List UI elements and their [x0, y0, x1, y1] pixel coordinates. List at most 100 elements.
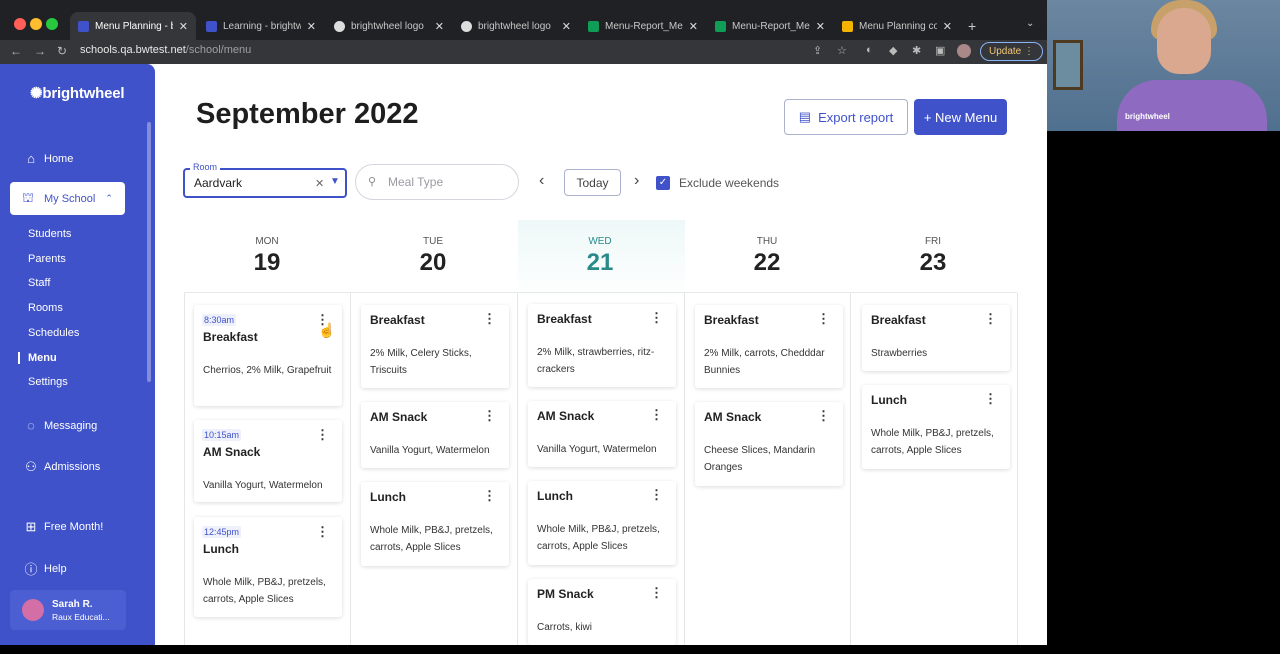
previous-week-arrow-icon[interactable]: ‹	[539, 172, 544, 190]
sidebar-item-staff[interactable]: Staff	[28, 277, 50, 289]
bookmark-star-icon[interactable]: ☆	[837, 44, 847, 57]
sidebar-item-label: Home	[44, 152, 74, 165]
slides-icon	[842, 20, 853, 32]
more-options-icon[interactable]: ⋮	[483, 408, 496, 424]
meal-type-search-input[interactable]: ⚲ Meal Type	[355, 164, 519, 200]
more-options-icon[interactable]: ⋮	[650, 487, 663, 503]
menu-card[interactable]: Breakfast ⋮ 2% Milk, strawberries, ritz-…	[528, 304, 676, 387]
extension-icon[interactable]: ◐	[866, 44, 873, 56]
minimize-window-dot[interactable]	[30, 18, 42, 30]
day-of-week: MON	[255, 236, 279, 247]
tab-search-chevron-icon[interactable]: ⌄	[1026, 18, 1034, 29]
browser-tab[interactable]: brightwheel logo ✕	[453, 12, 579, 40]
more-options-icon[interactable]: ⋮	[483, 488, 496, 504]
extension-icon[interactable]: ◆	[889, 44, 897, 57]
back-arrow-icon[interactable]: ←	[10, 44, 22, 58]
browser-tab[interactable]: Menu Planning con ✕	[834, 12, 960, 40]
export-report-button[interactable]: ▤ Export report	[784, 99, 908, 135]
menu-card[interactable]: 10:15am AM Snack ⋮ Vanilla Yogurt, Water…	[194, 420, 342, 502]
sidebar-item-settings[interactable]: Settings	[28, 376, 68, 388]
sidebar-item-schedules[interactable]: Schedules	[28, 327, 79, 339]
close-icon[interactable]: ✕	[435, 20, 444, 33]
close-icon[interactable]: ✕	[689, 20, 698, 33]
menu-card[interactable]: Breakfast ⋮ 2% Milk, carrots, Chedddar B…	[695, 305, 843, 388]
more-options-icon[interactable]: ⋮	[316, 427, 329, 443]
forward-arrow-icon[interactable]: →	[34, 44, 46, 58]
today-button[interactable]: Today	[564, 169, 621, 196]
new-tab-plus-icon[interactable]: +	[968, 18, 976, 34]
room-select[interactable]: Aardvark ✕ ▼	[183, 168, 347, 198]
meal-items: Whole Milk, PB&J, pretzels, carrots, App…	[537, 524, 660, 552]
meal-name: Lunch	[537, 489, 573, 503]
menu-card[interactable]: Breakfast ⋮ 2% Milk, Celery Sticks, Tris…	[361, 305, 509, 388]
day-of-week: THU	[756, 236, 778, 247]
sidebar-item-parents[interactable]: Parents	[28, 253, 66, 265]
menu-card[interactable]: 8:30am Breakfast ⋮ Cherrios, 2% Milk, Gr…	[194, 305, 342, 406]
browser-tab[interactable]: Menu-Report_Menu ✕	[707, 12, 833, 40]
menu-card[interactable]: Lunch ⋮ Whole Milk, PB&J, pretzels, carr…	[528, 481, 676, 565]
clear-icon[interactable]: ✕	[315, 177, 324, 190]
close-icon[interactable]: ✕	[179, 20, 188, 33]
next-week-arrow-icon[interactable]: ›	[634, 172, 639, 190]
update-button[interactable]: Update ⋮	[980, 42, 1044, 61]
more-options-icon[interactable]: ⋮	[984, 391, 997, 407]
dropdown-caret-icon[interactable]: ▼	[330, 176, 340, 187]
more-options-icon[interactable]: ⋮	[650, 407, 663, 423]
close-icon[interactable]: ✕	[307, 20, 316, 33]
puzzle-icon[interactable]: ✱	[912, 44, 921, 57]
menu-card[interactable]: PM Snack ⋮ Carrots, kiwi	[528, 579, 676, 645]
sidebar-item-menu[interactable]: Menu	[28, 352, 57, 364]
reload-icon[interactable]: ↻	[57, 44, 67, 58]
search-icon: ⚲	[368, 176, 377, 188]
sidebar-item-free-month[interactable]: ⊞ Free Month!	[22, 519, 104, 535]
sidebar-item-my-school[interactable]: ⛫ My School ⌃	[10, 182, 125, 215]
more-options-icon[interactable]: ⋮	[650, 310, 663, 326]
menu-card[interactable]: 12:45pm Lunch ⋮ Whole Milk, PB&J, pretze…	[194, 517, 342, 617]
sidebar-item-messaging[interactable]: ◌ Messaging	[22, 418, 97, 433]
more-options-icon[interactable]: ⋮	[483, 311, 496, 327]
meal-items: Vanilla Yogurt, Watermelon	[203, 480, 323, 491]
meal-name: PM Snack	[537, 587, 594, 601]
menu-card[interactable]: Breakfast ⋮ Strawberries	[862, 305, 1010, 371]
menu-card[interactable]: Lunch ⋮ Whole Milk, PB&J, pretzels, carr…	[361, 482, 509, 566]
sidebar-scrollbar[interactable]	[147, 122, 151, 382]
more-options-icon[interactable]: ⋮	[316, 524, 329, 540]
browser-tab[interactable]: brightwheel logo ✕	[326, 12, 452, 40]
profile-avatar[interactable]	[957, 44, 971, 58]
exclude-weekends-checkbox[interactable]: ✓	[656, 176, 670, 190]
close-icon[interactable]: ✕	[816, 20, 825, 33]
sidebar-item-admissions[interactable]: ⚇ Admissions	[22, 459, 100, 475]
more-options-icon[interactable]: ⋮	[817, 408, 830, 424]
sidebar-item-home[interactable]: ⌂ Home	[22, 151, 73, 166]
zoom-window-dot[interactable]	[46, 18, 58, 30]
close-window-dot[interactable]	[14, 18, 26, 30]
menu-card[interactable]: AM Snack ⋮ Cheese Slices, Mandarin Orang…	[695, 402, 843, 486]
meal-items: Vanilla Yogurt, Watermelon	[537, 444, 657, 455]
sidebar-item-rooms[interactable]: Rooms	[28, 302, 63, 314]
user-profile[interactable]: Sarah R. Raux Educati...	[10, 590, 126, 630]
sidebar-item-label: Messaging	[44, 419, 98, 432]
close-icon[interactable]: ✕	[943, 20, 952, 33]
help-icon: ⓘ	[24, 562, 38, 577]
meal-name: AM Snack	[537, 409, 595, 423]
more-options-icon[interactable]: ⋮	[817, 311, 830, 327]
brightwheel-logo[interactable]: ✺brightwheel	[30, 84, 125, 102]
sidebar-item-label: Admissions	[44, 461, 101, 473]
sidebar-icon[interactable]: ▣	[935, 44, 945, 57]
browser-tab[interactable]: Menu Planning - br ✕	[70, 12, 196, 40]
browser-tab[interactable]: Menu-Report_Menu ✕	[580, 12, 706, 40]
more-options-icon[interactable]: ⋮	[650, 585, 663, 601]
close-icon[interactable]: ✕	[562, 20, 571, 33]
address-bar[interactable]: schools.qa.bwtest.net/school/menu	[80, 44, 251, 56]
menu-card[interactable]: AM Snack ⋮ Vanilla Yogurt, Watermelon	[361, 402, 509, 468]
new-menu-button[interactable]: + New Menu	[914, 99, 1007, 135]
tab-label: Menu Planning con	[859, 20, 937, 32]
column-divider	[850, 293, 851, 645]
menu-card[interactable]: Lunch ⋮ Whole Milk, PB&J, pretzels, carr…	[862, 385, 1010, 469]
menu-card[interactable]: AM Snack ⋮ Vanilla Yogurt, Watermelon	[528, 401, 676, 467]
sidebar-item-help[interactable]: ⓘ Help	[22, 559, 66, 578]
share-icon[interactable]: ⇪	[813, 44, 822, 57]
browser-tab[interactable]: Learning - brightwh ✕	[198, 12, 324, 40]
sidebar-item-students[interactable]: Students	[28, 228, 71, 240]
more-options-icon[interactable]: ⋮	[984, 311, 997, 327]
